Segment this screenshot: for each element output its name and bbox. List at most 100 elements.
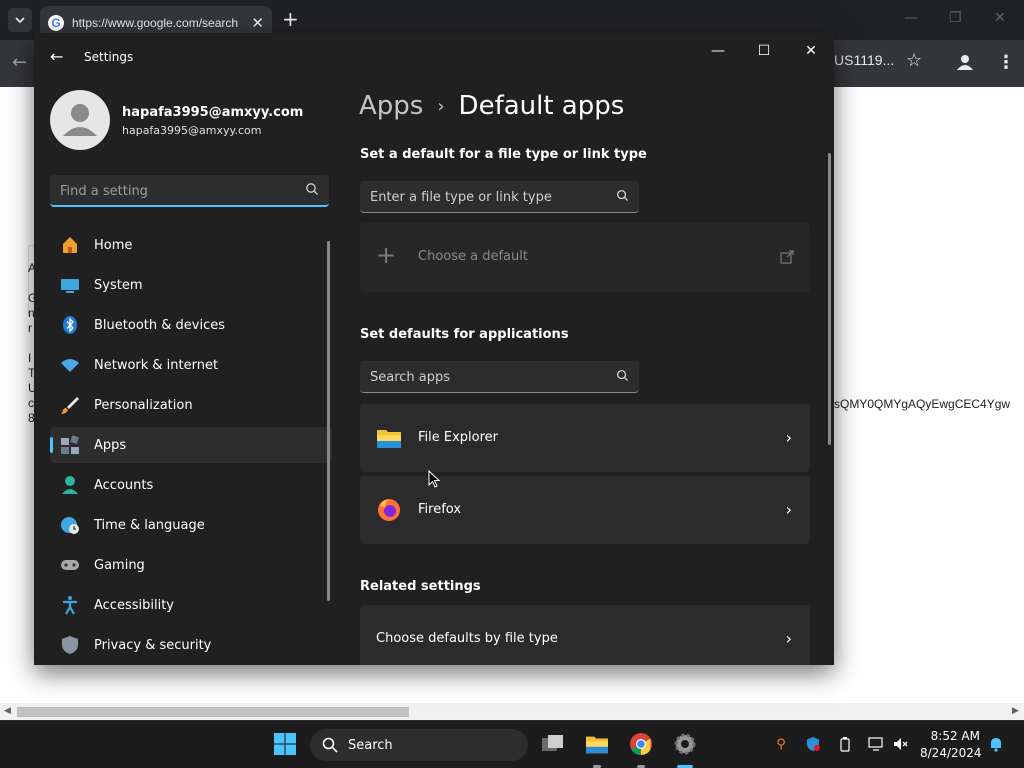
taskbar-search-label: Search xyxy=(348,737,393,753)
clock-date[interactable]: 8/24/2024 xyxy=(920,746,982,760)
window-title: Settings xyxy=(84,50,134,64)
browser-back-icon[interactable]: ← xyxy=(12,52,27,73)
taskbar-chrome[interactable] xyxy=(628,731,654,757)
windows-logo-icon xyxy=(274,733,296,755)
sidebar-item-label: Time & language xyxy=(94,517,205,533)
sidebar-nav: Home System Bluetooth & devices Network … xyxy=(50,227,332,665)
related-settings-heading: Related settings xyxy=(360,579,481,594)
apps-search-input[interactable] xyxy=(370,367,600,387)
file-type-search-box[interactable] xyxy=(360,181,639,213)
apps-icon xyxy=(60,435,80,455)
find-setting-input[interactable] xyxy=(60,181,290,201)
browser-minimize-button[interactable]: — xyxy=(904,10,918,26)
sidebar-item-personalization[interactable]: Personalization xyxy=(50,387,332,423)
browser-restore-button[interactable]: ❐ xyxy=(949,10,962,26)
search-icon[interactable] xyxy=(305,182,319,196)
sidebar-item-label: Gaming xyxy=(94,557,145,573)
settings-titlebar[interactable]: ← Settings — ☐ ✕ xyxy=(34,33,834,81)
task-view-button[interactable] xyxy=(540,731,566,757)
sidebar-item-label: Bluetooth & devices xyxy=(94,317,225,333)
defender-tray-icon[interactable] xyxy=(805,736,821,752)
avatar[interactable] xyxy=(50,90,110,150)
user-email: hapafa3995@amxyy.com xyxy=(122,124,262,137)
tab-close-icon[interactable]: ✕ xyxy=(251,14,264,32)
accessibility-icon xyxy=(60,595,80,615)
breadcrumb-parent[interactable]: Apps xyxy=(359,91,423,121)
sidebar-item-network[interactable]: Network & internet xyxy=(50,347,332,383)
related-setting-label: Choose defaults by file type xyxy=(376,631,558,646)
taskbar-settings[interactable] xyxy=(672,731,698,757)
new-tab-button[interactable]: + xyxy=(282,9,299,29)
search-icon[interactable] xyxy=(616,189,629,202)
taskbar-search-box[interactable]: Search xyxy=(310,729,528,761)
sidebar-item-home[interactable]: Home xyxy=(50,227,332,263)
content-scrollbar[interactable] xyxy=(828,153,831,445)
sidebar-item-time-language[interactable]: Time & language xyxy=(50,507,332,543)
sidebar-item-label: Apps xyxy=(94,437,127,453)
sidebar-scrollbar[interactable] xyxy=(327,241,330,601)
scroll-right-icon[interactable]: ▶ xyxy=(1012,706,1019,716)
network-tray-icon[interactable] xyxy=(868,736,884,752)
taskbar-file-explorer[interactable] xyxy=(584,731,610,757)
gear-icon xyxy=(674,733,696,755)
sidebar-item-label: Home xyxy=(94,237,133,253)
sidebar-item-label: Network & internet xyxy=(94,357,219,373)
browser-menu-icon[interactable]: ⋮ xyxy=(997,52,1015,73)
shield-icon xyxy=(60,635,80,655)
chevron-right-icon: › xyxy=(785,500,792,519)
app-card-file-explorer[interactable]: File Explorer › xyxy=(360,404,810,472)
clock-time[interactable]: 8:52 AM xyxy=(920,729,980,743)
sidebar-item-system[interactable]: System xyxy=(50,267,332,303)
sidebar-item-accessibility[interactable]: Accessibility xyxy=(50,587,332,623)
browser-close-button[interactable]: ✕ xyxy=(994,10,1006,26)
mouse-pointer-icon xyxy=(428,470,440,488)
sidebar-item-apps[interactable]: Apps xyxy=(50,427,332,463)
sidebar-item-gaming[interactable]: Gaming xyxy=(50,547,332,583)
volume-muted-tray-icon[interactable] xyxy=(893,736,909,752)
minimize-button[interactable]: — xyxy=(704,41,732,61)
horizontal-scrollbar[interactable]: ◀ ▶ xyxy=(0,703,1024,720)
taskbar: Search ⚲ 8:52 AM 8/24/2024 xyxy=(0,720,1024,768)
battery-tray-icon[interactable] xyxy=(837,736,853,752)
back-arrow-icon[interactable]: ← xyxy=(50,47,63,66)
start-button[interactable] xyxy=(272,731,298,757)
close-button[interactable]: ✕ xyxy=(797,41,825,61)
profile-icon[interactable] xyxy=(955,52,975,72)
page-title: Default apps xyxy=(458,91,625,121)
app-name: File Explorer xyxy=(418,430,499,445)
user-name: hapafa3995@amxyy.com xyxy=(122,105,304,120)
bookmark-star-icon[interactable]: ☆ xyxy=(906,50,922,71)
choose-defaults-by-file-type-link[interactable]: Choose defaults by file type › xyxy=(360,605,810,665)
scroll-left-icon[interactable]: ◀ xyxy=(4,706,11,716)
choose-default-card: + Choose a default xyxy=(360,223,810,292)
notification-bell-icon[interactable] xyxy=(988,736,1004,752)
system-icon xyxy=(60,275,80,295)
search-icon[interactable] xyxy=(616,369,629,382)
magnifier-tray-icon[interactable]: ⚲ xyxy=(773,736,789,752)
sidebar-item-bluetooth[interactable]: Bluetooth & devices xyxy=(50,307,332,343)
sidebar-item-privacy[interactable]: Privacy & security xyxy=(50,627,332,663)
search-icon xyxy=(322,737,338,753)
file-type-search-input[interactable] xyxy=(370,187,600,207)
chevron-down-icon xyxy=(15,17,25,24)
maximize-button[interactable]: ☐ xyxy=(750,41,778,61)
user-silhouette-icon xyxy=(63,104,97,136)
plus-icon: + xyxy=(376,241,397,269)
sidebar-item-label: Accounts xyxy=(94,477,154,493)
file-explorer-icon xyxy=(377,430,401,448)
firefox-icon xyxy=(378,499,400,521)
sidebar-item-label: Privacy & security xyxy=(94,637,212,653)
find-setting-box[interactable] xyxy=(50,175,329,207)
sidebar-item-label: System xyxy=(94,277,143,293)
sidebar-item-accounts[interactable]: Accounts xyxy=(50,467,332,503)
tab-search-button[interactable] xyxy=(8,8,32,32)
gamepad-icon xyxy=(60,555,80,575)
apps-search-box[interactable] xyxy=(360,361,639,393)
home-icon xyxy=(60,235,80,255)
address-bar-text[interactable]: US1119... xyxy=(834,52,894,68)
file-type-section-heading: Set a default for a file type or link ty… xyxy=(360,147,647,162)
browser-tab-title: https://www.google.com/search xyxy=(72,16,239,30)
scrollbar-thumb[interactable] xyxy=(17,707,409,717)
task-view-icon xyxy=(542,735,563,751)
page-text-snippet: sQMY0QMYgAQyEwgCEC4Ygw xyxy=(834,397,1011,411)
